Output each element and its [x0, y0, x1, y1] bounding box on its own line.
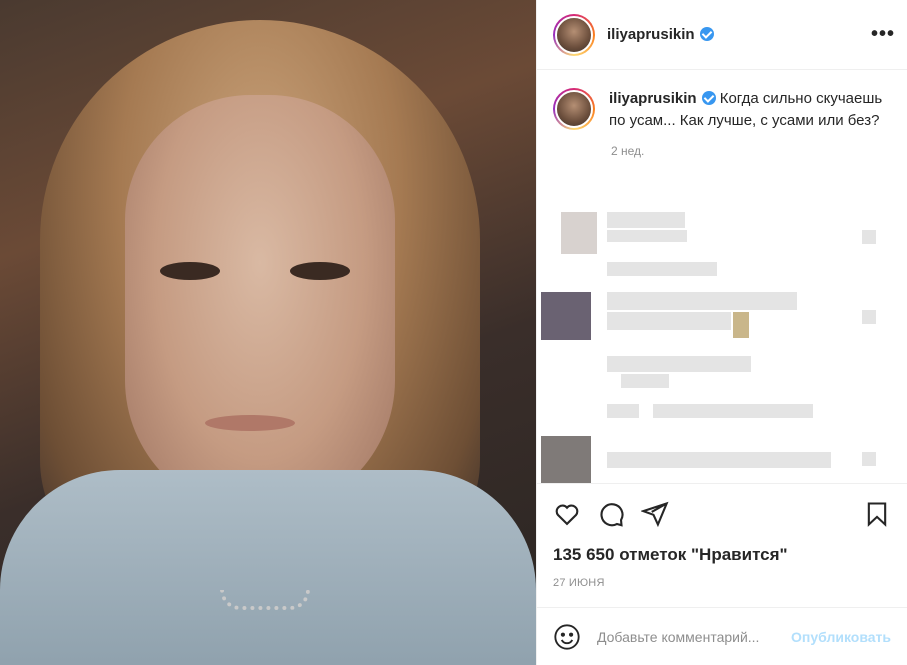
likes-count[interactable]: 135 650 отметок "Нравится" [537, 543, 907, 567]
post-time[interactable]: 2 нед. [611, 144, 891, 158]
post-photo[interactable] [0, 0, 536, 665]
avatar-image [555, 15, 593, 54]
blurred-comment-emoji [733, 312, 749, 338]
photo-shirt [0, 470, 536, 665]
likes-label[interactable]: отметок "Нравится" [619, 545, 787, 564]
verified-icon [701, 91, 716, 105]
blurred-comment-text [607, 452, 831, 468]
caption-text-block: iliyaprusikin Когда сильно скучаешь по у… [609, 88, 891, 132]
save-icon[interactable] [863, 500, 891, 528]
blurred-comment-text [607, 312, 731, 330]
photo-eye-right [290, 262, 350, 280]
caption-avatar[interactable] [553, 88, 595, 130]
blurred-comment-meta [653, 404, 813, 418]
like-icon[interactable] [553, 500, 581, 528]
likes-number[interactable]: 135 650 [553, 545, 614, 564]
blurred-like-icon [862, 452, 876, 466]
add-comment-bar: Добавьте комментарий... Опубликовать [537, 607, 907, 665]
blurred-comment-avatar [561, 212, 597, 254]
comments-section: iliyaprusikin Когда сильно скучаешь по у… [537, 70, 907, 483]
blurred-comment-avatar [541, 436, 591, 483]
caption: iliyaprusikin Когда сильно скучаешь по у… [553, 88, 891, 132]
avatar[interactable] [553, 13, 595, 56]
blurred-comment-text [607, 212, 685, 228]
photo-face [125, 95, 395, 515]
blurred-comment-meta [607, 404, 639, 418]
photo-mouth [205, 415, 295, 431]
caption-avatar-image [555, 90, 593, 128]
blurred-comment-text [621, 374, 669, 388]
post-sidebar: iliyaprusikin ••• iliyaprusikin Когда си… [536, 0, 907, 665]
comment-input[interactable]: Добавьте комментарий... [597, 629, 785, 645]
verified-icon [699, 27, 714, 41]
emoji-icon[interactable] [553, 623, 581, 651]
blurred-comment-meta [607, 262, 717, 276]
comment-icon[interactable] [597, 500, 625, 528]
more-icon[interactable]: ••• [871, 23, 895, 46]
instagram-post: iliyaprusikin ••• iliyaprusikin Когда си… [0, 0, 907, 665]
post-date[interactable]: 27 июня [537, 577, 907, 607]
caption-username[interactable]: iliyaprusikin [609, 90, 697, 107]
blurred-comment-text [607, 230, 687, 242]
blurred-comment-text [607, 356, 751, 372]
blurred-comment-avatar [541, 292, 591, 340]
photo-chain [220, 590, 310, 610]
blurred-like-icon [862, 230, 876, 244]
blurred-like-icon [862, 310, 876, 324]
username-link[interactable]: iliyaprusikin [607, 26, 714, 43]
post-header: iliyaprusikin ••• [537, 0, 907, 70]
blurred-comment-text [607, 292, 797, 310]
username-text[interactable]: iliyaprusikin [607, 26, 695, 43]
share-icon[interactable] [641, 500, 669, 528]
photo-eye-left [160, 262, 220, 280]
publish-button[interactable]: Опубликовать [791, 629, 891, 645]
post-actions [537, 483, 907, 543]
